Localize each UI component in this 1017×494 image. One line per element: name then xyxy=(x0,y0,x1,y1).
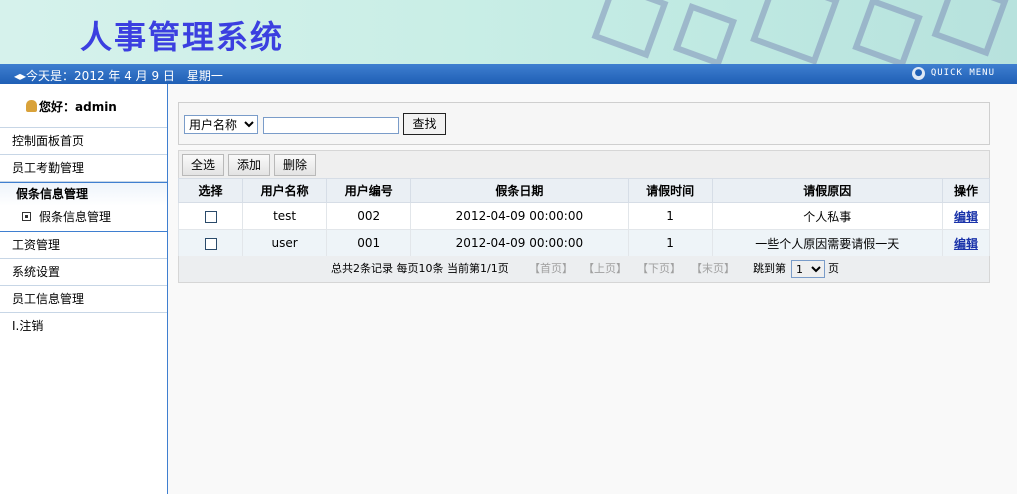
row-select-cell xyxy=(177,202,244,230)
greeting-text: 您好：admin xyxy=(39,100,117,114)
sidebar: 您好：admin 控制面板首页 员工考勤管理 假条信息管理 假条信息管理 工资管… xyxy=(0,84,168,494)
cell-userid: 001 xyxy=(326,229,412,257)
edit-link[interactable]: 编辑 xyxy=(954,210,978,224)
subitem-bullet-icon xyxy=(22,212,31,221)
delete-button[interactable]: 删除 xyxy=(274,154,316,176)
search-input[interactable] xyxy=(263,117,399,134)
col-header-select: 选择 xyxy=(177,178,244,203)
pager-first[interactable]: 【首页】 xyxy=(529,256,573,282)
table-row: user 001 2012-04-09 00:00:00 1 一些个人原因需要请… xyxy=(177,229,991,257)
col-header-action: 操作 xyxy=(941,178,991,203)
pagination-bar: 总共2条记录 每页10条 当前第1/1页 【首页】 【上页】 【下页】 【末页】… xyxy=(178,256,990,283)
sidebar-subitem-leave[interactable]: 假条信息管理 xyxy=(0,206,167,232)
page-jump-select[interactable]: 1 xyxy=(791,260,825,278)
sidebar-item-attendance[interactable]: 员工考勤管理 xyxy=(0,155,167,182)
search-field-select[interactable]: 用户名称 xyxy=(184,115,258,134)
banner-decoration xyxy=(672,2,738,64)
add-button[interactable]: 添加 xyxy=(228,154,270,176)
pager-last[interactable]: 【末页】 xyxy=(691,256,735,282)
row-checkbox[interactable] xyxy=(204,237,217,250)
quick-menu-icon[interactable]: ● xyxy=(912,67,925,80)
sidebar-item-salary[interactable]: 工资管理 xyxy=(0,232,167,259)
banner-decoration xyxy=(750,0,840,64)
row-checkbox[interactable] xyxy=(204,210,217,223)
cell-username: test xyxy=(242,202,328,230)
cell-date: 2012-04-09 00:00:00 xyxy=(410,229,629,257)
banner-decoration xyxy=(591,0,669,59)
cell-days: 1 xyxy=(627,229,713,257)
quick-menu-link[interactable]: QUICK MENU xyxy=(931,68,995,78)
cell-reason: 一些个人原因需要请假一天 xyxy=(711,229,943,257)
user-greeting: 您好：admin xyxy=(0,84,167,128)
col-header-reason: 请假原因 xyxy=(711,178,943,203)
col-header-days: 请假时间 xyxy=(627,178,713,203)
app-title: 人事管理系统 xyxy=(80,18,285,56)
pager-prev[interactable]: 【上页】 xyxy=(583,256,627,282)
col-header-date: 假条日期 xyxy=(410,178,629,203)
cell-days: 1 xyxy=(627,202,713,230)
cell-reason: 个人私事 xyxy=(711,202,943,230)
date-text: 今天是：2012 年 4 月 9 日 星期一 xyxy=(26,69,223,83)
cell-userid: 002 xyxy=(326,202,412,230)
table-row: test 002 2012-04-09 00:00:00 1 个人私事 编辑 xyxy=(177,202,991,230)
leave-table: 选择 用户名称 用户编号 假条日期 请假时间 请假原因 操作 test 002 … xyxy=(177,178,991,257)
sidebar-item-settings[interactable]: 系统设置 xyxy=(0,259,167,286)
edit-link[interactable]: 编辑 xyxy=(954,237,978,251)
sidebar-item-dashboard[interactable]: 控制面板首页 xyxy=(0,128,167,155)
select-all-button[interactable]: 全选 xyxy=(182,154,224,176)
pager-jump-suffix: 页 xyxy=(828,262,839,275)
cell-action: 编辑 xyxy=(941,202,991,230)
date-bar: ◂▸今天是：2012 年 4 月 9 日 星期一 ● QUICK MENU xyxy=(0,64,1017,84)
user-icon xyxy=(26,100,37,112)
cell-date: 2012-04-09 00:00:00 xyxy=(410,202,629,230)
pager-summary: 总共2条记录 每页10条 当前第1/1页 xyxy=(331,262,509,275)
cell-username: user xyxy=(242,229,328,257)
header-banner: 人事管理系统 xyxy=(0,0,1017,64)
banner-decoration xyxy=(852,0,923,64)
col-header-userid: 用户编号 xyxy=(326,178,412,203)
pager-next[interactable]: 【下页】 xyxy=(637,256,681,282)
cell-action: 编辑 xyxy=(941,229,991,257)
table-toolbar: 全选 添加 删除 xyxy=(178,150,990,178)
sidebar-item-leave[interactable]: 假条信息管理 xyxy=(0,182,167,206)
row-select-cell xyxy=(177,229,244,257)
sidebar-item-employees[interactable]: 员工信息管理 xyxy=(0,286,167,313)
banner-decoration xyxy=(931,0,1009,57)
table-header-row: 选择 用户名称 用户编号 假条日期 请假时间 请假原因 操作 xyxy=(177,178,991,203)
main-content: 用户名称 查找 全选 添加 删除 选择 用户名称 用户编号 假条日期 请假时间 … xyxy=(168,84,1017,494)
search-bar: 用户名称 查找 xyxy=(178,102,990,145)
col-header-username: 用户名称 xyxy=(242,178,328,203)
today-date: ◂▸今天是：2012 年 4 月 9 日 星期一 xyxy=(14,69,223,83)
sidebar-item-logout[interactable]: I.注销 xyxy=(0,313,167,340)
search-button[interactable]: 查找 xyxy=(403,113,446,135)
pager-jump-prefix: 跳到第 xyxy=(753,262,786,275)
subitem-label: 假条信息管理 xyxy=(39,210,112,224)
